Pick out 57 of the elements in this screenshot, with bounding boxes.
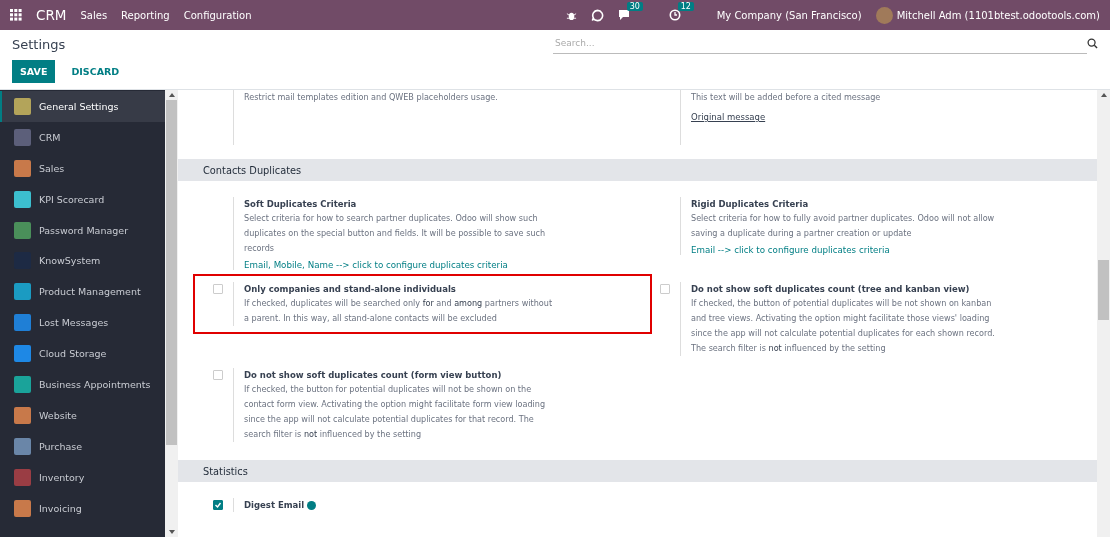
company-switcher[interactable]: My Company (San Francisco) xyxy=(716,9,862,21)
discard-button[interactable]: DISCARD xyxy=(63,60,128,83)
setting-description: If checked, the button for potential duplicates will not be shown on the contact form view. Activating the option might facilitate form view loading since the app will not calculate potential duplicates for that record. The search filter is not influenced by the setting xyxy=(244,383,547,441)
setting-title: Do not show soft duplicates count (tree and kanban view) xyxy=(691,283,971,296)
scrollbar-thumb[interactable] xyxy=(166,100,177,445)
page-title: Settings xyxy=(12,37,67,52)
sidebar-item[interactable]: Inventory xyxy=(0,461,165,493)
menu-item[interactable]: Reporting xyxy=(121,9,170,21)
scrollbar-thumb[interactable] xyxy=(1098,260,1109,320)
scroll-down-icon[interactable] xyxy=(168,530,175,534)
checkbox[interactable] xyxy=(213,500,223,510)
sidebar-item[interactable]: Password Manager xyxy=(0,214,165,246)
chat-icon[interactable] xyxy=(590,8,604,22)
sidebar-item[interactable]: Invoicing xyxy=(0,492,165,524)
section-header: Contacts Duplicates xyxy=(178,159,1097,181)
sidebar-item[interactable]: Sales xyxy=(0,152,165,184)
original-message-link[interactable]: Original message xyxy=(691,112,766,122)
search-icon[interactable] xyxy=(1087,37,1098,49)
section-header: Statistics xyxy=(178,460,1097,482)
messages-count: 30 xyxy=(626,2,643,11)
apps-menu-icon[interactable] xyxy=(10,9,22,21)
sidebar-item[interactable]: Lost Messages xyxy=(0,307,165,339)
sidebar-item[interactable]: KPI Scorecard xyxy=(0,183,165,215)
scroll-up-icon[interactable] xyxy=(168,93,175,97)
setting-title: Soft Duplicates Criteria xyxy=(244,198,358,211)
sidebar-item[interactable]: CRM xyxy=(0,121,165,153)
sidebar-item[interactable]: Website xyxy=(0,399,165,431)
scrollbar[interactable] xyxy=(165,90,178,537)
help-icon[interactable] xyxy=(307,501,317,510)
configure-link[interactable]: Email, Mobile, Name --> click to configure duplicates criteria xyxy=(244,260,553,270)
user-menu[interactable]: Mitchell Adm (1101btest.odootools.com) xyxy=(896,9,1100,21)
activities-count: 12 xyxy=(677,2,694,11)
setting-description: If checked, duplicates will be searched only for and among partners without a parent. In this way, all stand-alone contacts will be excluded xyxy=(244,297,553,325)
menu-item[interactable]: Sales xyxy=(80,9,108,21)
sidebar-item[interactable]: General Settings xyxy=(0,91,165,122)
setting-description: Select criteria for how to fully avoid partner duplicates. Odoo will not allow saving a duplicate during a partner creation or update xyxy=(691,212,996,240)
scrollbar[interactable] xyxy=(1097,90,1110,537)
setting-description: This text will be added before a cited message xyxy=(691,91,882,104)
clock-icon[interactable] xyxy=(668,9,681,21)
menu-item[interactable]: Configuration xyxy=(183,9,252,21)
setting-description: Restrict mail templates edition and QWEB placeholders usage. xyxy=(244,91,499,104)
setting-title: Do not show soft duplicates count (form view button) xyxy=(244,369,503,382)
sidebar-item[interactable]: Business Appointments xyxy=(0,369,165,400)
setting-title: Digest Email xyxy=(244,498,553,512)
sidebar-item[interactable]: Purchase xyxy=(0,430,165,462)
configure-link[interactable]: Email --> click to configure duplicates criteria xyxy=(691,245,1000,255)
setting-description: Select criteria for how to search partner duplicates. Odoo will show such duplicates on the special button and fields. It will be possible to save such records xyxy=(244,212,547,255)
setting-description: If checked, the button of potential duplicates will be not shown on kanban and tree views. Activating the option might facilitate those views' loading since the app will not calculate potential duplicates for each shown record. The search filter is not influenced by the setting xyxy=(691,297,996,355)
scroll-up-icon[interactable] xyxy=(1100,93,1107,97)
setting-title: Rigid Duplicates Criteria xyxy=(691,198,810,211)
sidebar-item[interactable]: Product Management xyxy=(0,276,165,308)
app-name[interactable]: CRM xyxy=(36,7,67,23)
sidebar-item[interactable]: KnowSystem xyxy=(0,245,165,277)
sidebar-item[interactable]: Cloud Storage xyxy=(0,338,165,369)
setting-title: Only companies and stand-alone individuals xyxy=(244,283,457,296)
messages-icon[interactable] xyxy=(617,9,631,21)
save-button[interactable]: SAVE xyxy=(12,60,56,83)
